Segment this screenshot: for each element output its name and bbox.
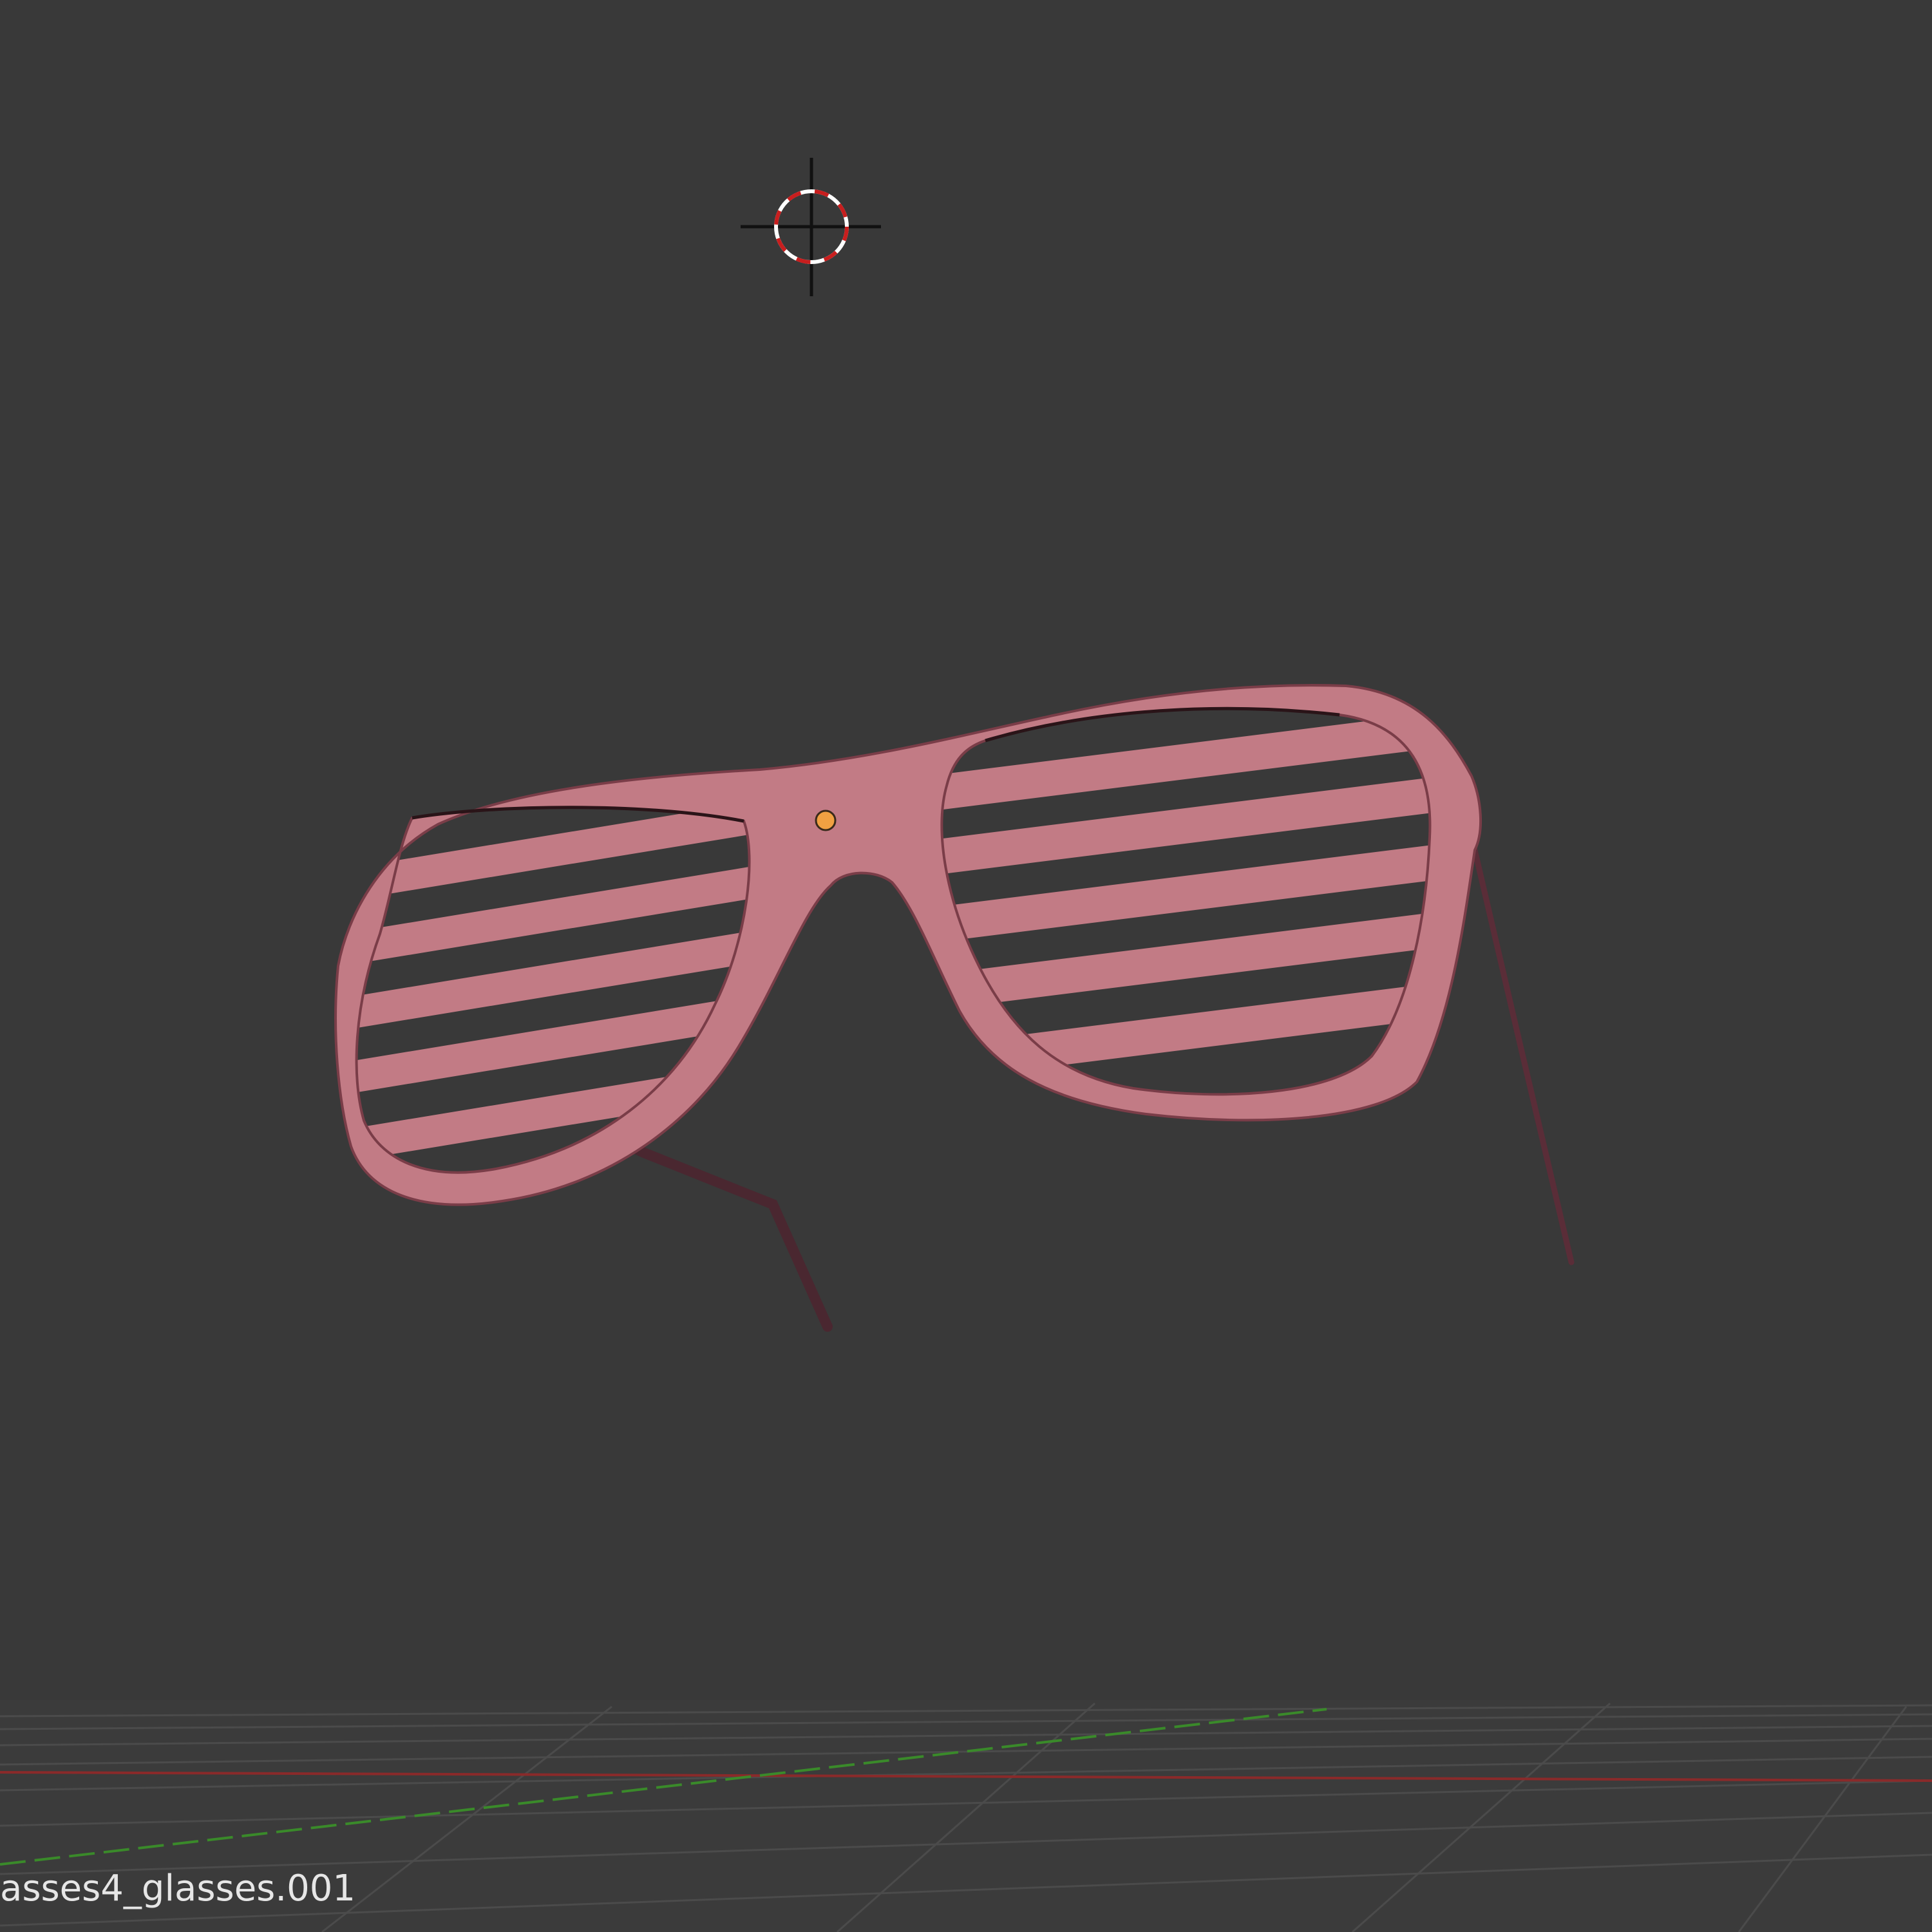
object-origin-dot[interactable] (815, 810, 837, 831)
left-lens-slats (356, 807, 750, 1173)
active-object-label: asses4_glasses.001 (0, 1868, 356, 1909)
scene-canvas[interactable] (0, 0, 1932, 1932)
3d-viewport[interactable]: asses4_glasses.001 (0, 0, 1932, 1932)
right-temple (1472, 847, 1575, 1265)
3d-cursor-icon[interactable] (741, 158, 881, 296)
glasses-object[interactable] (322, 684, 1575, 1332)
